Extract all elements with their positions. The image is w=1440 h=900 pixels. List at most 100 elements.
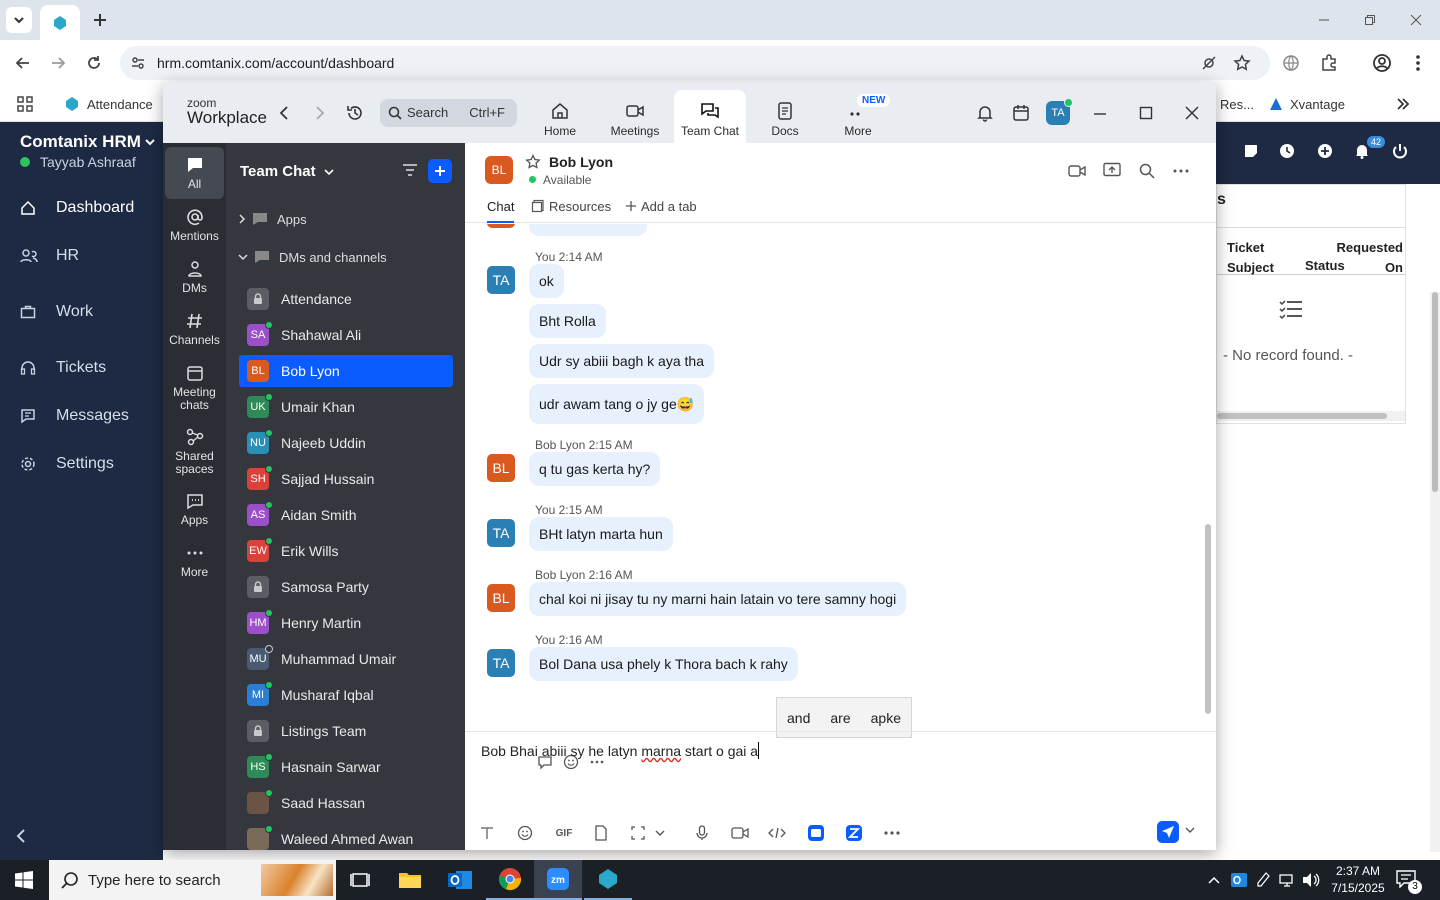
volume-icon[interactable]: [1302, 872, 1320, 888]
draft-text[interactable]: Bob Bhai abiii sy he latyn marna start o…: [481, 742, 760, 759]
outlook-tray-icon[interactable]: [1230, 871, 1248, 889]
outlook-app[interactable]: [436, 860, 484, 900]
note-icon[interactable]: [1243, 143, 1259, 159]
clock-icon[interactable]: [1279, 143, 1295, 159]
scrollbar-thumb[interactable]: [1217, 413, 1387, 419]
profile-button[interactable]: [1371, 52, 1393, 74]
back-arrow-icon[interactable]: [278, 106, 290, 120]
tab-docs[interactable]: Docs: [749, 90, 821, 140]
tab-home[interactable]: Home: [524, 90, 596, 140]
dm-item[interactable]: NU Najeeb Uddin: [239, 427, 453, 459]
message-bubble[interactable]: chal koi ni jisay tu ny marni hain latai…: [529, 582, 907, 616]
code-snippet-button[interactable]: [767, 823, 787, 843]
share-screen-icon[interactable]: [1103, 162, 1121, 178]
column-ticket-subject[interactable]: Ticket Subject: [1227, 238, 1282, 278]
task-view-button[interactable]: [336, 860, 384, 900]
hrm-brand[interactable]: Comtanix HRM: [20, 132, 141, 152]
message-bubble[interactable]: udr awam tang o jy ge😅: [529, 384, 705, 424]
chevron-down-icon[interactable]: [144, 136, 156, 148]
message-bubble[interactable]: ok: [529, 264, 564, 298]
dm-item[interactable]: Attendance: [239, 283, 453, 315]
send-button[interactable]: [1157, 821, 1179, 843]
start-button[interactable]: [0, 860, 48, 900]
url-text[interactable]: hrm.comtanix.com/account/dashboard: [157, 55, 394, 71]
chevron-up-icon[interactable]: [1207, 874, 1221, 886]
tracking-protection-icon[interactable]: [1200, 54, 1218, 72]
message-bubble[interactable]: q tu gas kerta hy?: [529, 452, 661, 486]
section-dms-and-channels[interactable]: DMs and channels: [238, 247, 387, 267]
rail-meeting-chats[interactable]: Meeting chats: [165, 355, 224, 417]
chrome-app[interactable]: [486, 860, 534, 900]
dm-item[interactable]: MU Muhammad Umair: [239, 643, 453, 675]
collapse-sidebar-icon[interactable]: [14, 828, 28, 844]
rail-all[interactable]: All: [165, 147, 224, 199]
clock[interactable]: 2:37 AM 7/15/2025: [1330, 863, 1386, 897]
pen-tray-icon[interactable]: [1256, 872, 1270, 888]
new-tab-button[interactable]: [90, 10, 110, 30]
message-bubble[interactable]: Udr sy abiii bagh k aya tha: [529, 344, 714, 378]
video-message-button[interactable]: [730, 823, 750, 843]
calendar-icon[interactable]: [1012, 104, 1030, 122]
hrm-nav-messages[interactable]: Messages: [0, 396, 163, 436]
format-text-button[interactable]: [477, 823, 497, 843]
hrm-nav-dashboard[interactable]: Dashboard: [0, 188, 163, 228]
maximize-icon[interactable]: [1139, 106, 1153, 120]
minimize-icon[interactable]: [1093, 107, 1107, 121]
bookmark-star-icon[interactable]: [1233, 54, 1251, 72]
tab-more[interactable]: More NEW: [822, 90, 894, 140]
page-scrollbar[interactable]: [1430, 292, 1440, 852]
bookmark-xvantage[interactable]: Xvantage: [1268, 92, 1345, 116]
message-avatar[interactable]: TA: [487, 649, 515, 677]
rail-shared-spaces[interactable]: Shared spaces: [165, 419, 224, 481]
tab-meetings[interactable]: Meetings: [599, 90, 671, 140]
dm-item[interactable]: EW Erik Wills: [239, 535, 453, 567]
dm-item[interactable]: Waleed Ahmed Awan: [239, 823, 453, 850]
rail-dms[interactable]: DMs: [165, 251, 224, 303]
rail-more[interactable]: More: [165, 535, 224, 587]
message-bubble[interactable]: BHt latyn marta hun: [529, 517, 673, 551]
more-options-icon[interactable]: [1173, 169, 1189, 173]
extensions-button[interactable]: [1318, 52, 1340, 74]
attach-file-button[interactable]: [591, 823, 611, 843]
zoom-app[interactable]: zm: [534, 860, 582, 900]
contact-avatar[interactable]: BL: [485, 156, 513, 184]
dm-item[interactable]: Saad Hassan: [239, 787, 453, 819]
add-circle-icon[interactable]: [1317, 143, 1333, 159]
suggestion-and[interactable]: and: [787, 710, 810, 726]
tab-chat[interactable]: Chat: [487, 199, 515, 223]
dm-item[interactable]: SH Sajjad Hussain: [239, 463, 453, 495]
network-icon[interactable]: [1278, 872, 1296, 888]
hrm-nav-settings[interactable]: Settings: [0, 444, 163, 484]
taskbar-search-box[interactable]: Type here to search: [49, 860, 336, 900]
bookmark-res[interactable]: Res...: [1220, 92, 1254, 116]
notification-center-button[interactable]: 3: [1396, 870, 1422, 894]
browser-minimize-button[interactable]: [1314, 10, 1334, 30]
zoom-search-box[interactable]: Search Ctrl+F: [380, 99, 517, 127]
user-avatar[interactable]: TA: [1046, 98, 1073, 125]
message-avatar[interactable]: BL: [487, 584, 515, 612]
contact-name[interactable]: Bob Lyon: [549, 154, 613, 170]
zoom-app-two-button[interactable]: [844, 823, 864, 843]
compose-button[interactable]: [428, 159, 452, 183]
dm-item[interactable]: HS Hasnain Sarwar: [239, 751, 453, 783]
suggestion-apke[interactable]: apke: [871, 710, 901, 726]
hrm-app[interactable]: [584, 860, 632, 900]
tab-search-button[interactable]: [6, 7, 32, 33]
more-bookmarks-button[interactable]: [1396, 92, 1410, 116]
message-bubble[interactable]: Bol Dana usa phely k Thora bach k rahy: [529, 647, 798, 681]
gif-button[interactable]: GIF: [552, 823, 576, 843]
message-bubble[interactable]: Bht Rolla: [529, 304, 606, 338]
close-icon[interactable]: [1185, 106, 1199, 120]
video-call-icon[interactable]: [1068, 163, 1086, 179]
send-options-button[interactable]: [1185, 826, 1197, 838]
dm-item[interactable]: MI Musharaf Iqbal: [239, 679, 453, 711]
dm-item[interactable]: Samosa Party: [239, 571, 453, 603]
dm-item[interactable]: HM Henry Martin: [239, 607, 453, 639]
rail-mentions[interactable]: Mentions: [165, 199, 224, 251]
zoom-app-button[interactable]: [806, 823, 826, 843]
dm-item[interactable]: Listings Team: [239, 715, 453, 747]
power-icon[interactable]: [1391, 142, 1409, 160]
voice-message-button[interactable]: [692, 823, 712, 843]
suggestion-are[interactable]: are: [830, 710, 850, 726]
tab-team-chat[interactable]: Team Chat: [674, 90, 746, 143]
